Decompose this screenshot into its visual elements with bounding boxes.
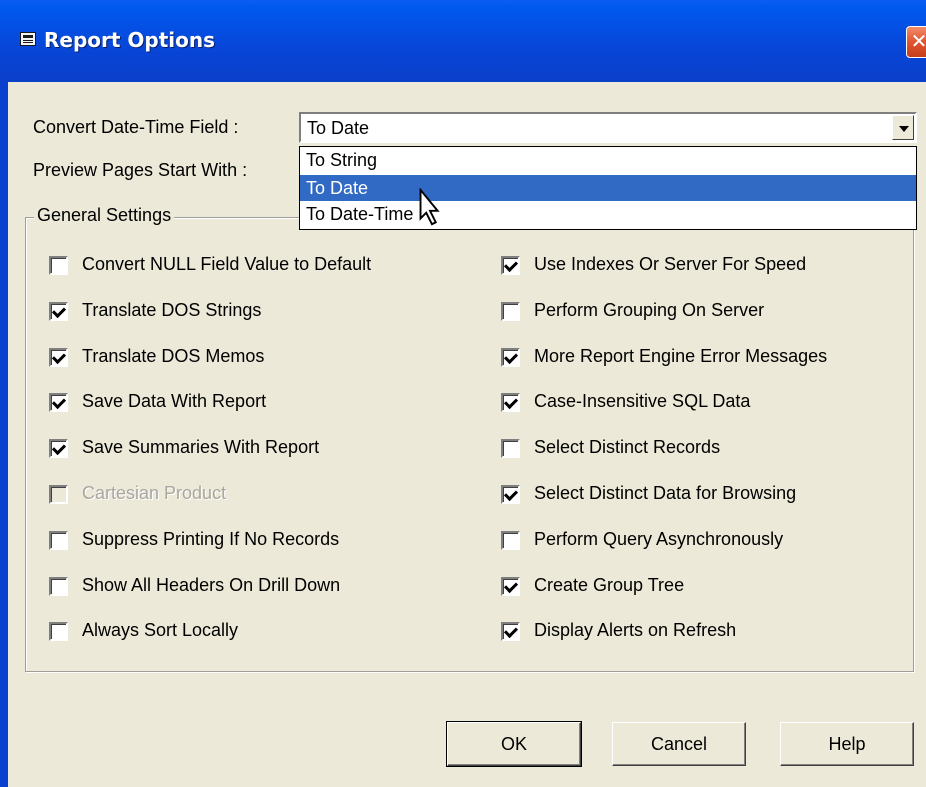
perform-query-asynchronously-checkbox[interactable] [501,530,520,550]
use-indexes-or-server-for-speed-label[interactable]: Use Indexes Or Server For Speed [534,254,806,275]
chevron-down-icon[interactable] [892,115,914,140]
case-insensitive-sql-data-checkbox[interactable] [501,393,520,413]
save-data-with-report-checkbox[interactable] [49,393,68,413]
convert-datetime-label: Convert Date-Time Field : [33,117,239,137]
perform-grouping-on-server-label[interactable]: Perform Grouping On Server [534,300,764,321]
always-sort-locally-label[interactable]: Always Sort Locally [82,620,238,641]
cartesian-product-checkbox [49,485,68,504]
show-all-headers-on-drill-down-checkbox[interactable] [49,576,68,596]
close-button[interactable]: ✕ [906,26,926,58]
preview-pages-label: Preview Pages Start With : [33,160,248,180]
translate-dos-memos-checkbox[interactable] [49,347,68,367]
display-alerts-on-refresh-label[interactable]: Display Alerts on Refresh [534,620,736,641]
dropdown-option-to-date-time[interactable]: To Date-Time [300,201,916,227]
perform-grouping-on-server-checkbox[interactable] [501,301,520,321]
select-distinct-records-label[interactable]: Select Distinct Records [534,437,720,458]
dropdown-option-to-date[interactable]: To Date [300,175,916,201]
convert-datetime-dropdown-list: To String To Date To Date-Time [299,146,917,230]
select-distinct-data-for-browsing-checkbox[interactable] [501,485,520,504]
title-bar[interactable]: Report Options ✕ [0,0,926,82]
translate-dos-strings-checkbox[interactable] [49,301,68,321]
save-data-with-report-label[interactable]: Save Data With Report [82,391,266,412]
mouse-pointer-icon [419,188,440,226]
use-indexes-or-server-for-speed-checkbox[interactable] [501,256,520,275]
case-insensitive-sql-data-label[interactable]: Case-Insensitive SQL Data [534,391,750,412]
convert-datetime-combo[interactable]: To Date [299,112,917,143]
display-alerts-on-refresh-checkbox[interactable] [501,622,520,642]
save-summaries-with-report-label[interactable]: Save Summaries With Report [82,437,319,458]
convert-null-field-value-to-default-checkbox[interactable] [49,256,68,275]
general-settings-title: General Settings [34,205,175,226]
help-button[interactable]: Help [780,722,914,766]
dropdown-option-to-string[interactable]: To String [300,147,916,173]
cancel-button[interactable]: Cancel [612,722,746,766]
select-distinct-data-for-browsing-label[interactable]: Select Distinct Data for Browsing [534,483,796,504]
create-group-tree-checkbox[interactable] [501,576,520,596]
translate-dos-strings-label[interactable]: Translate DOS Strings [82,300,261,321]
save-summaries-with-report-checkbox[interactable] [49,439,68,459]
close-icon: ✕ [910,29,926,53]
suppress-printing-if-no-records-label[interactable]: Suppress Printing If No Records [82,529,339,550]
more-report-engine-error-messages-label[interactable]: More Report Engine Error Messages [534,346,827,367]
show-all-headers-on-drill-down-label[interactable]: Show All Headers On Drill Down [82,575,340,596]
perform-query-asynchronously-label[interactable]: Perform Query Asynchronously [534,529,783,550]
translate-dos-memos-label[interactable]: Translate DOS Memos [82,346,264,367]
convert-null-field-value-to-default-label[interactable]: Convert NULL Field Value to Default [82,254,371,275]
suppress-printing-if-no-records-checkbox[interactable] [49,530,68,550]
cartesian-product-label: Cartesian Product [82,483,227,503]
ok-button[interactable]: OK [446,721,582,767]
window-title: Report Options [44,28,216,52]
convert-datetime-value: To Date [307,118,370,138]
select-distinct-records-checkbox[interactable] [501,439,520,459]
more-report-engine-error-messages-checkbox[interactable] [501,347,520,367]
create-group-tree-label[interactable]: Create Group Tree [534,575,684,596]
dialog-icon [20,32,36,46]
always-sort-locally-checkbox[interactable] [49,622,68,642]
